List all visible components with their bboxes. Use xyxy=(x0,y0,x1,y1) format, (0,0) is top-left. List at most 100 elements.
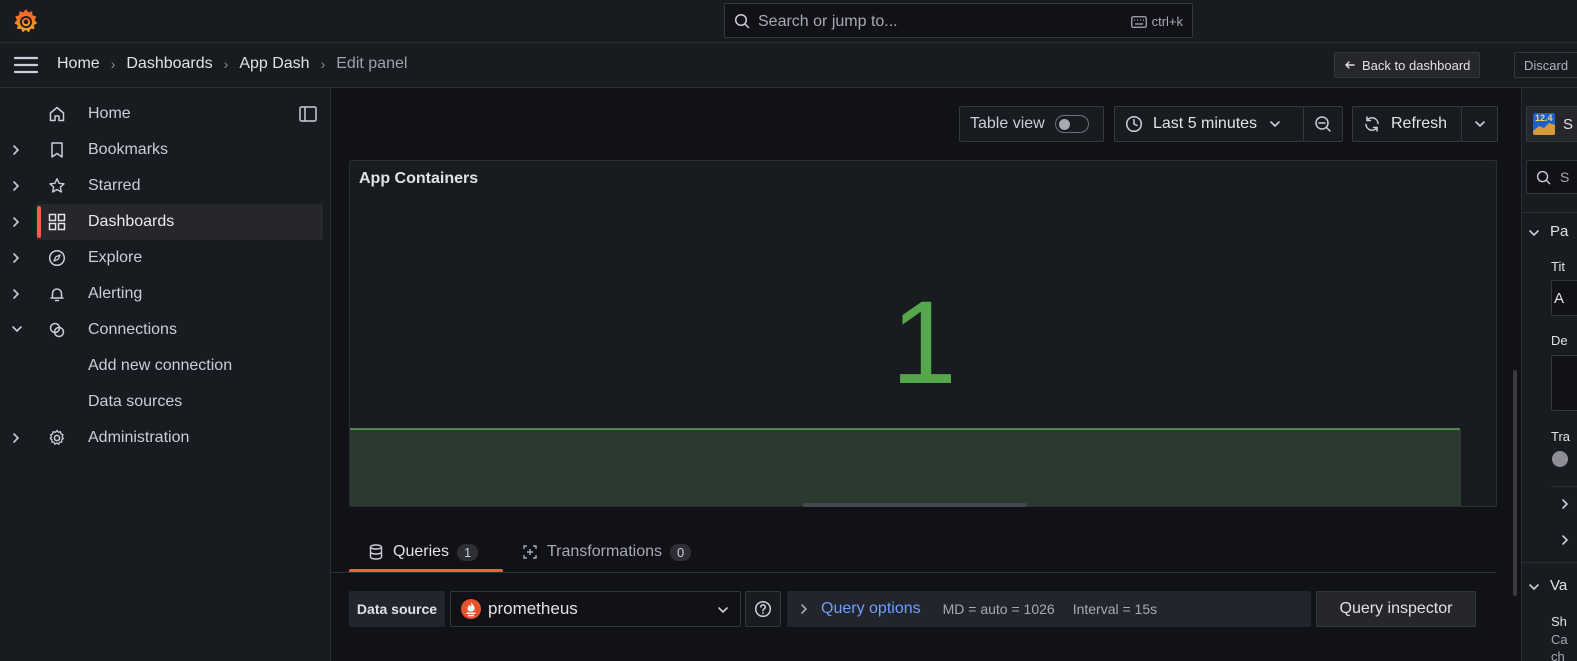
bell-icon xyxy=(48,285,66,303)
chevron-down-icon[interactable] xyxy=(1528,228,1540,238)
search-shortcut: ctrl+k xyxy=(1130,14,1183,29)
options-divider xyxy=(1522,212,1577,213)
discard-label: Discard xyxy=(1524,57,1569,73)
chevron-down-icon[interactable] xyxy=(11,324,23,334)
compass-icon xyxy=(48,249,66,267)
value-options-section[interactable]: Va xyxy=(1550,577,1567,594)
sidebar-item-starred[interactable]: Starred xyxy=(0,168,331,204)
datasource-help-button[interactable] xyxy=(745,591,781,627)
table-view-toggle[interactable]: Table view xyxy=(959,106,1104,142)
query-options-link[interactable]: Query options xyxy=(821,600,921,618)
sidebar-item-label: Dashboards xyxy=(88,213,175,230)
chevron-right-icon[interactable] xyxy=(11,180,21,192)
chevron-right-icon[interactable] xyxy=(11,144,21,156)
stat-value: 1 xyxy=(891,277,957,409)
menu-toggle-icon[interactable] xyxy=(14,56,38,74)
breadcrumb-dashboards[interactable]: Dashboards xyxy=(126,55,212,73)
sidebar-item-label: Alerting xyxy=(88,285,143,302)
tab-label: Queries xyxy=(393,543,450,560)
sidebar-item-connections[interactable]: Connections xyxy=(0,312,331,348)
sparkline-area xyxy=(350,428,1461,506)
tab-queries[interactable]: Queries 1 xyxy=(349,532,503,573)
options-search-input[interactable]: S xyxy=(1526,160,1577,194)
arrow-left-icon xyxy=(1344,59,1356,71)
datasource-picker[interactable]: prometheus xyxy=(450,591,741,627)
sidebar-item-bookmarks[interactable]: Bookmarks xyxy=(0,132,331,168)
zoom-out-button[interactable] xyxy=(1303,106,1343,142)
interval-text: Interval = 15s xyxy=(1072,601,1158,617)
visualization-picker[interactable]: 12.4 S xyxy=(1526,106,1577,142)
chevron-right-icon[interactable] xyxy=(11,252,21,264)
sidebar-item-home[interactable]: Home xyxy=(0,96,331,132)
chevron-down-icon xyxy=(1474,119,1486,129)
discard-button[interactable]: Discard xyxy=(1514,52,1577,78)
sidebar-item-data-sources[interactable]: Data sources xyxy=(0,384,331,420)
chevron-right-icon: › xyxy=(110,56,116,72)
main-scrollbar[interactable] xyxy=(1513,370,1517,596)
breadcrumb-home[interactable]: Home xyxy=(57,55,100,73)
chevron-right-icon[interactable] xyxy=(1560,498,1570,510)
stat-viz-icon: 12.4 xyxy=(1533,113,1555,135)
title-input[interactable]: A xyxy=(1551,280,1577,316)
grafana-logo-icon[interactable] xyxy=(12,7,40,35)
tab-count: 0 xyxy=(670,543,692,561)
sidebar-item-label: Add new connection xyxy=(88,357,233,374)
search-icon xyxy=(1536,170,1551,185)
panel-title: App Containers xyxy=(359,170,479,187)
panel-options-section[interactable]: Pa xyxy=(1550,223,1568,240)
sidebar-item-explore[interactable]: Explore xyxy=(0,240,331,276)
keyboard-icon xyxy=(1130,15,1147,28)
breadcrumb-app-dash[interactable]: App Dash xyxy=(239,55,309,73)
refresh-icon xyxy=(1363,115,1381,133)
query-inspector-button[interactable]: Query inspector xyxy=(1316,591,1476,627)
chevron-down-icon xyxy=(1269,119,1281,129)
dashboards-grid-icon xyxy=(48,213,66,231)
breadcrumb: Home › Dashboards › App Dash › Edit pane… xyxy=(57,55,407,73)
chevron-right-icon[interactable] xyxy=(11,216,21,228)
chevron-right-icon xyxy=(799,603,809,615)
query-options-bar[interactable]: Query options MD = auto = 1026 Interval … xyxy=(787,591,1311,627)
chevron-right-icon: › xyxy=(223,56,229,72)
time-range-picker[interactable]: Last 5 minutes xyxy=(1114,106,1304,142)
chevron-right-icon[interactable] xyxy=(11,288,21,300)
sidebar-item-alerting[interactable]: Alerting xyxy=(0,276,331,312)
search-shortcut-text: ctrl+k xyxy=(1151,14,1183,29)
chevron-right-icon[interactable] xyxy=(1560,534,1570,546)
sidebar: Home Bookmarks Starred Dashboards Explor… xyxy=(0,88,331,661)
options-divider xyxy=(1522,562,1577,563)
database-icon xyxy=(369,544,383,560)
panel-resize-handle[interactable] xyxy=(803,503,1027,507)
sidebar-item-label: Bookmarks xyxy=(88,141,169,158)
sidebar-item-dashboards[interactable]: Dashboards xyxy=(0,204,331,240)
search-bar[interactable]: Search or jump to... ctrl+k xyxy=(724,3,1193,38)
chevron-right-icon[interactable] xyxy=(11,432,21,444)
search-icon xyxy=(734,13,750,29)
table-view-label: Table view xyxy=(970,115,1045,132)
title-label: Tit xyxy=(1551,259,1565,274)
sidebar-item-administration[interactable]: Administration xyxy=(0,420,331,456)
sidebar-item-add-new-connection[interactable]: Add new connection xyxy=(0,348,331,384)
connections-icon xyxy=(48,321,66,339)
refresh-button[interactable]: Refresh xyxy=(1352,106,1462,142)
sidebar-item-label: Data sources xyxy=(88,393,183,410)
stat-panel[interactable]: App Containers 1 xyxy=(349,160,1497,507)
refresh-interval-dropdown[interactable] xyxy=(1461,106,1498,142)
back-to-dashboard-button[interactable]: Back to dashboard xyxy=(1334,52,1481,78)
breadcrumb-current: Edit panel xyxy=(336,55,408,72)
sidebar-item-label: Connections xyxy=(88,321,177,338)
description-textarea[interactable] xyxy=(1551,355,1577,411)
calc-description: Ca xyxy=(1551,632,1568,647)
active-highlight xyxy=(36,204,323,240)
gear-icon xyxy=(48,429,66,447)
table-view-switch[interactable] xyxy=(1054,115,1089,133)
description-label: De xyxy=(1551,333,1568,348)
tab-label: Transformations xyxy=(547,543,662,560)
chevron-down-icon xyxy=(717,605,729,615)
transparent-toggle[interactable] xyxy=(1552,451,1568,467)
chevron-down-icon[interactable] xyxy=(1528,582,1540,592)
transparent-label: Tra xyxy=(1551,429,1571,444)
home-icon xyxy=(48,105,66,123)
tab-count: 1 xyxy=(457,543,479,561)
search-placeholder: Search or jump to... xyxy=(758,13,898,30)
tab-transformations[interactable]: Transformations 0 xyxy=(522,532,722,572)
